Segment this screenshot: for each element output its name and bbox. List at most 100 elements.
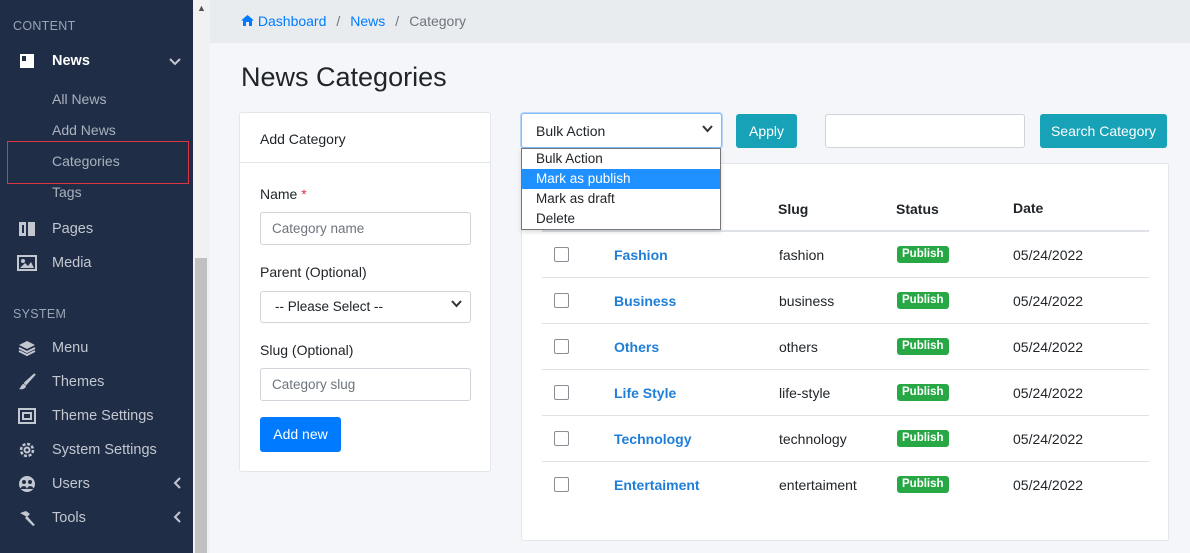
row-checkbox[interactable] bbox=[554, 247, 569, 262]
breadcrumb-news-link[interactable]: News bbox=[350, 13, 385, 29]
sidebar-item-pages[interactable]: Pages bbox=[0, 212, 193, 246]
category-date: 05/24/2022 bbox=[1013, 293, 1084, 309]
status-badge: Publish bbox=[897, 292, 949, 309]
scrollbar-thumb[interactable] bbox=[195, 258, 207, 553]
image-icon bbox=[16, 253, 38, 273]
breadcrumb-bar: Dashboard / News / Category bbox=[210, 0, 1190, 43]
category-date: 05/24/2022 bbox=[1013, 477, 1084, 493]
layers-icon bbox=[16, 338, 38, 358]
dropdown-option-bulk-action[interactable]: Bulk Action bbox=[522, 149, 720, 169]
gear-icon bbox=[16, 440, 38, 460]
sidebar-subitem-all-news[interactable]: All News bbox=[52, 91, 106, 107]
sidebar-scrollbar[interactable]: ▲ bbox=[193, 0, 210, 553]
name-label: Name * bbox=[260, 186, 307, 202]
chevron-down-icon bbox=[702, 124, 713, 136]
column-header-slug: Slug bbox=[778, 201, 809, 217]
status-badge: Publish bbox=[897, 476, 949, 493]
row-checkbox[interactable] bbox=[554, 339, 569, 354]
sidebar-item-label: Users bbox=[52, 476, 90, 492]
row-checkbox[interactable] bbox=[554, 385, 569, 400]
row-checkbox[interactable] bbox=[554, 431, 569, 446]
category-date: 05/24/2022 bbox=[1013, 247, 1084, 263]
sidebar-item-label: Menu bbox=[52, 340, 89, 356]
apply-button[interactable]: Apply bbox=[736, 114, 797, 148]
sidebar: CONTENT News All News Add News Categorie… bbox=[0, 0, 193, 553]
category-date: 05/24/2022 bbox=[1013, 385, 1084, 401]
category-name-link[interactable]: Fashion bbox=[614, 247, 668, 263]
category-slug: others bbox=[779, 339, 818, 355]
pages-icon bbox=[16, 219, 38, 239]
sidebar-item-label: System Settings bbox=[52, 442, 157, 458]
category-slug-input[interactable]: Category slug bbox=[260, 368, 471, 401]
status-badge: Publish bbox=[897, 430, 949, 447]
category-date: 05/24/2022 bbox=[1013, 339, 1084, 355]
category-name-link[interactable]: Business bbox=[614, 293, 676, 309]
breadcrumb: Dashboard / News / Category bbox=[241, 13, 466, 29]
sidebar-item-label: Media bbox=[52, 255, 92, 271]
category-name-link[interactable]: Others bbox=[614, 339, 659, 355]
scroll-up-arrow-icon[interactable]: ▲ bbox=[193, 0, 210, 17]
sidebar-item-themes[interactable]: Themes bbox=[0, 365, 193, 399]
dropdown-option-mark-as-draft[interactable]: Mark as draft bbox=[522, 189, 720, 209]
dropdown-option-delete[interactable]: Delete bbox=[522, 209, 720, 229]
row-checkbox[interactable] bbox=[554, 477, 569, 492]
required-mark: * bbox=[301, 186, 307, 202]
sidebar-item-label: News bbox=[52, 53, 90, 69]
home-icon bbox=[241, 13, 254, 29]
table-row: Business business Publish 05/24/2022 bbox=[542, 278, 1149, 324]
sidebar-item-label: Theme Settings bbox=[52, 408, 154, 424]
slug-label: Slug (Optional) bbox=[260, 342, 354, 358]
page-title: News Categories bbox=[241, 62, 447, 92]
category-slug: business bbox=[779, 293, 835, 309]
table-row: Others others Publish 05/24/2022 bbox=[542, 324, 1149, 370]
category-name-link[interactable]: Entertaiment bbox=[614, 477, 700, 493]
dropdown-option-mark-as-publish[interactable]: Mark as publish bbox=[522, 169, 720, 189]
search-category-input[interactable] bbox=[825, 114, 1025, 148]
users-icon bbox=[16, 474, 38, 494]
parent-select[interactable]: -- Please Select -- bbox=[260, 291, 471, 323]
category-slug: technology bbox=[779, 431, 847, 447]
category-name-link[interactable]: Life Style bbox=[614, 385, 676, 401]
hammer-icon bbox=[16, 508, 38, 528]
add-category-card: Add Category Name * Category name Parent… bbox=[239, 112, 491, 472]
sidebar-subitem-categories[interactable]: Categories bbox=[52, 153, 120, 169]
newspaper-icon bbox=[16, 51, 38, 71]
table-row: Life Style life-style Publish 05/24/2022 bbox=[542, 370, 1149, 416]
status-badge: Publish bbox=[897, 384, 949, 401]
main-content: Dashboard / News / Category News Categor… bbox=[210, 0, 1190, 553]
sidebar-item-news[interactable]: News bbox=[0, 44, 193, 78]
category-name-link[interactable]: Technology bbox=[614, 431, 692, 447]
chevron-left-icon bbox=[173, 510, 181, 526]
chevron-left-icon bbox=[173, 476, 181, 492]
chevron-down-icon bbox=[169, 54, 181, 69]
sidebar-item-tools[interactable]: Tools bbox=[0, 501, 193, 535]
search-category-button[interactable]: Search Category bbox=[1040, 114, 1167, 148]
sidebar-item-menu[interactable]: Menu bbox=[0, 331, 193, 365]
sidebar-item-label: Themes bbox=[52, 374, 105, 390]
chevron-down-icon bbox=[451, 299, 462, 311]
section-header-system: SYSTEM bbox=[13, 307, 67, 321]
sidebar-subitem-add-news[interactable]: Add News bbox=[52, 122, 116, 138]
sidebar-item-system-settings[interactable]: System Settings bbox=[0, 433, 193, 467]
category-slug: fashion bbox=[779, 247, 825, 263]
sidebar-subitem-tags[interactable]: Tags bbox=[52, 184, 82, 200]
status-badge: Publish bbox=[897, 246, 949, 263]
table-row: Entertaiment entertaiment Publish 05/24/… bbox=[542, 462, 1149, 508]
breadcrumb-dashboard-link[interactable]: Dashboard bbox=[241, 13, 326, 29]
breadcrumb-separator: / bbox=[336, 13, 341, 29]
sidebar-item-users[interactable]: Users bbox=[0, 467, 193, 501]
bulk-action-select[interactable]: Bulk Action bbox=[521, 113, 722, 148]
breadcrumb-separator: / bbox=[395, 13, 400, 29]
category-slug: life-style bbox=[779, 385, 831, 401]
table-row: Technology technology Publish 05/24/2022 bbox=[542, 416, 1149, 462]
category-date: 05/24/2022 bbox=[1013, 431, 1084, 447]
sidebar-item-theme-settings[interactable]: Theme Settings bbox=[0, 399, 193, 433]
row-checkbox[interactable] bbox=[554, 293, 569, 308]
category-name-input[interactable]: Category name bbox=[260, 212, 471, 245]
status-badge: Publish bbox=[897, 338, 949, 355]
bulk-action-dropdown-list: Bulk Action Mark as publish Mark as draf… bbox=[521, 148, 721, 230]
sidebar-item-media[interactable]: Media bbox=[0, 246, 193, 280]
parent-label: Parent (Optional) bbox=[260, 264, 367, 280]
section-header-content: CONTENT bbox=[13, 19, 76, 33]
add-new-button[interactable]: Add new bbox=[260, 417, 341, 452]
